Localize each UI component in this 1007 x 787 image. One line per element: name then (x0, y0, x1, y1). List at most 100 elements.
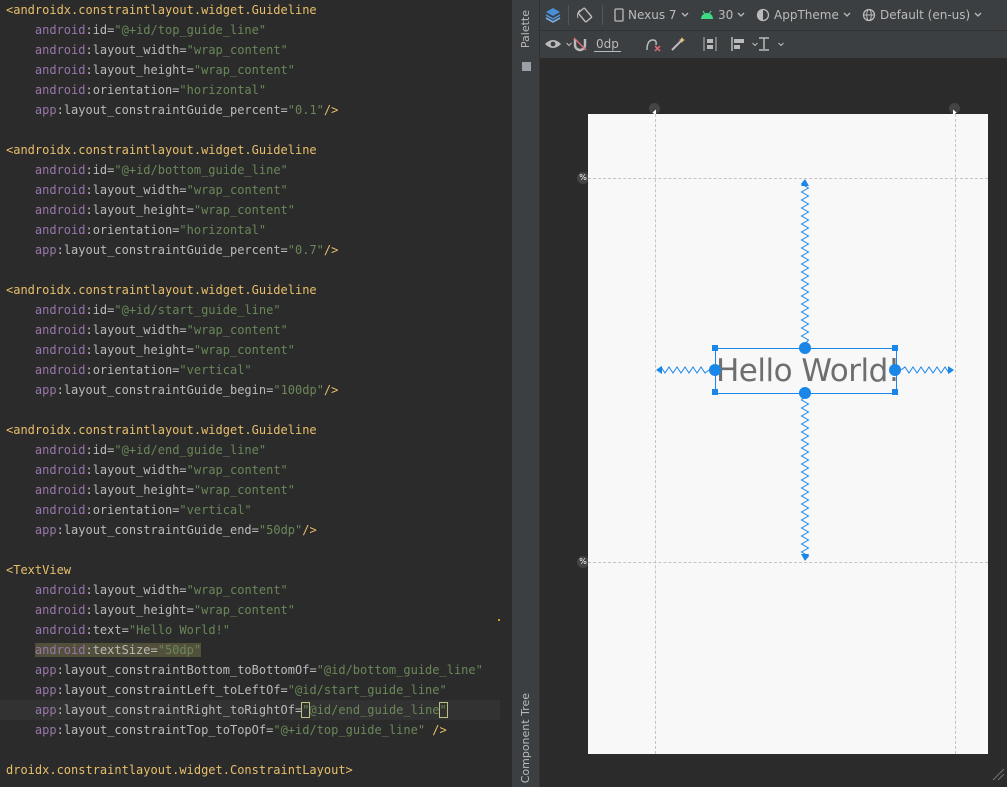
code-token: :id= (85, 443, 115, 457)
code-line[interactable]: <androidx.constraintlayout.widget.Guidel… (0, 420, 500, 440)
code-line[interactable] (0, 740, 500, 760)
code-token: /> (323, 383, 339, 397)
resize-handle-top-left[interactable] (712, 345, 718, 351)
code-line[interactable]: android:id="@+id/start_guide_line" (0, 300, 500, 320)
code-line[interactable]: android:id="@+id/top_guide_line" (0, 20, 500, 40)
resize-handle-bottom-right[interactable] (892, 389, 898, 395)
code-line[interactable]: <androidx.constraintlayout.widget.Guidel… (0, 280, 500, 300)
caret-marker[interactable] (498, 619, 500, 621)
code-line[interactable]: app:layout_constraintGuide_begin="100dp"… (0, 380, 500, 400)
locale-selector[interactable]: Default (en-us) (862, 4, 982, 26)
code-line[interactable]: android:orientation="vertical" (0, 500, 500, 520)
code-line[interactable] (0, 260, 500, 280)
design-surface-button[interactable] (544, 4, 562, 26)
guideline-arrow-right-icon[interactable] (949, 103, 960, 116)
top-anchor[interactable] (799, 342, 811, 354)
device-selector[interactable]: Nexus 7 (614, 4, 689, 26)
code-line[interactable]: droidx.constraintlayout.widget.Constrain… (0, 760, 500, 780)
code-line[interactable]: app:layout_constraintTop_toTopOf="@+id/t… (0, 720, 500, 740)
design-toolbar: Nexus 7 30 AppTheme Default (en-us) (540, 0, 1007, 31)
code-line[interactable]: android:layout_height="wrap_content" (0, 480, 500, 500)
right-anchor[interactable] (889, 364, 901, 376)
code-line[interactable]: android:layout_height="wrap_content" (0, 200, 500, 220)
code-line[interactable] (0, 540, 500, 560)
code-token: <androidx.constraintlayout.widget.Guidel… (6, 3, 317, 17)
align-button[interactable] (730, 33, 758, 55)
code-line[interactable]: android:layout_width="wrap_content" (0, 180, 500, 200)
code-token: "0.7" (287, 243, 324, 257)
code-line[interactable] (0, 400, 500, 420)
code-token: <TextView (6, 563, 72, 577)
api-level-selector[interactable]: 30 (700, 4, 745, 26)
code-token: :layout_constraintGuide_percent= (56, 243, 288, 257)
code-line[interactable]: android:layout_height="wrap_content" (0, 60, 500, 80)
code-line[interactable]: app:layout_constraintGuide_percent="0.1"… (0, 100, 500, 120)
pack-button[interactable] (702, 33, 718, 55)
view-options-button[interactable] (544, 33, 572, 55)
code-token: :layout_constraintTop_toTopOf= (56, 723, 274, 737)
code-editor[interactable]: <androidx.constraintlayout.widget.Guidel… (0, 0, 500, 787)
code-token: app (34, 683, 57, 697)
margin-value: 0dp (594, 36, 621, 52)
code-token: "wrap_content" (186, 43, 288, 57)
guidelines-button[interactable] (758, 33, 784, 55)
code-line[interactable]: android:layout_width="wrap_content" (0, 320, 500, 340)
code-token: :layout_width= (85, 583, 187, 597)
resize-grip-icon[interactable] (991, 766, 1005, 785)
code-line[interactable]: app:layout_constraintGuide_percent="0.7"… (0, 240, 500, 260)
code-token: :layout_constraintGuide_begin= (56, 383, 274, 397)
code-line[interactable]: android:id="@+id/end_guide_line" (0, 440, 500, 460)
clear-constraints-button[interactable] (644, 33, 662, 55)
design-surface[interactable]: % % Hello World! (540, 59, 1007, 787)
code-line[interactable]: android:textSize="50dp" (0, 640, 500, 660)
code-line[interactable]: <androidx.constraintlayout.widget.Guidel… (0, 0, 500, 20)
component-tree-tab[interactable]: Component Tree (519, 693, 532, 783)
align-left-icon (730, 36, 748, 52)
code-token: /> (302, 523, 317, 537)
code-line[interactable] (0, 120, 500, 140)
code-line[interactable]: android:text="Hello World!" (0, 620, 500, 640)
bottom-anchor[interactable] (799, 387, 811, 399)
code-token: android (34, 463, 86, 477)
orientation-button[interactable] (576, 4, 594, 26)
code-line[interactable]: app:layout_constraintBottom_toBottomOf="… (0, 660, 500, 680)
code-token: android (34, 363, 86, 377)
code-line[interactable]: android:layout_height="wrap_content" (0, 600, 500, 620)
resize-handle-top-right[interactable] (892, 345, 898, 351)
code-line[interactable]: android:id="@+id/bottom_guide_line" (0, 160, 500, 180)
code-line[interactable]: android:orientation="vertical" (0, 360, 500, 380)
code-line[interactable]: app:layout_constraintRight_toRightOf= "@i… (0, 700, 500, 720)
autoconnect-toggle[interactable] (572, 33, 588, 55)
resize-handle-bottom-left[interactable] (712, 389, 718, 395)
left-anchor[interactable] (709, 364, 721, 376)
code-token: <androidx.constraintlayout.widget.Guidel… (6, 283, 317, 297)
code-token: "@+id/end_guide_line" (114, 443, 267, 457)
code-line[interactable]: app:layout_constraintLeft_toLeftOf="@id/… (0, 680, 500, 700)
code-line[interactable]: android:orientation="horizontal" (0, 220, 500, 240)
device-screen[interactable]: Hello World! (588, 114, 988, 754)
infer-constraints-button[interactable] (670, 33, 686, 55)
code-line[interactable]: android:layout_height="wrap_content" (0, 340, 500, 360)
default-margin-field[interactable]: 0dp (594, 33, 621, 55)
code-line[interactable]: android:orientation="horizontal" (0, 80, 500, 100)
side-tool-strip: Palette Component Tree (513, 0, 540, 787)
code-line[interactable]: android:layout_width="wrap_content" (0, 40, 500, 60)
constraint-springs (656, 179, 954, 561)
code-line[interactable]: <androidx.constraintlayout.widget.Guidel… (0, 140, 500, 160)
palette-tab[interactable]: Palette (519, 10, 532, 48)
code-line[interactable]: android:layout_width="wrap_content" (0, 460, 500, 480)
theme-selector[interactable]: AppTheme (756, 4, 851, 26)
code-token: android (34, 343, 86, 357)
code-line[interactable]: <TextView (0, 560, 500, 580)
code-token: <androidx.constraintlayout.widget.Guidel… (6, 143, 317, 157)
code-line[interactable]: app:layout_constraintGuide_end="50dp"/> (0, 520, 500, 540)
code-token: :id= (85, 163, 115, 177)
code-line[interactable]: android:layout_width="wrap_content" (0, 580, 500, 600)
code-token: :text= (85, 623, 129, 637)
guideline-arrow-left-icon[interactable] (649, 103, 660, 116)
